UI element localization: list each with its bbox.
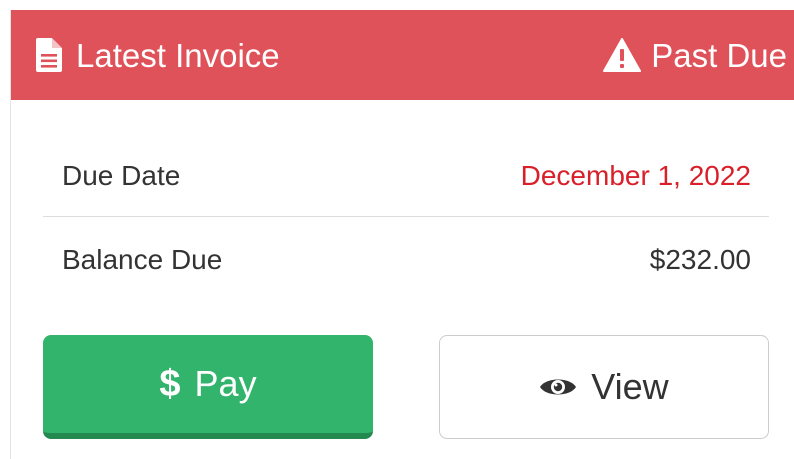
document-icon: [36, 38, 62, 72]
invoice-header: Latest Invoice Past Due: [11, 10, 794, 100]
view-button[interactable]: View: [439, 335, 769, 439]
balance-due-value: $232.00: [649, 244, 751, 275]
pay-button[interactable]: $ Pay: [43, 335, 373, 439]
header-title-group: Latest Invoice: [36, 10, 280, 100]
due-date-label: Due Date: [62, 159, 181, 191]
balance-due-label: Balance Due: [62, 244, 223, 275]
warning-icon: [603, 38, 642, 72]
eye-icon: [539, 375, 577, 399]
header-status-group: Past Due: [603, 10, 787, 100]
due-date-row: Due Date December 1, 2022: [43, 135, 769, 217]
view-button-label: View: [591, 366, 669, 407]
dollar-icon: $: [159, 363, 181, 405]
pay-button-label: Pay: [194, 363, 257, 404]
past-due-status: Past Due: [651, 36, 787, 74]
due-date-value: December 1, 2022: [520, 159, 751, 191]
balance-due-row: Balance Due $232.00: [43, 220, 769, 300]
invoice-title: Latest Invoice: [76, 36, 280, 74]
invoice-panel: Latest Invoice Past Due Due Date Decembe…: [10, 10, 794, 459]
